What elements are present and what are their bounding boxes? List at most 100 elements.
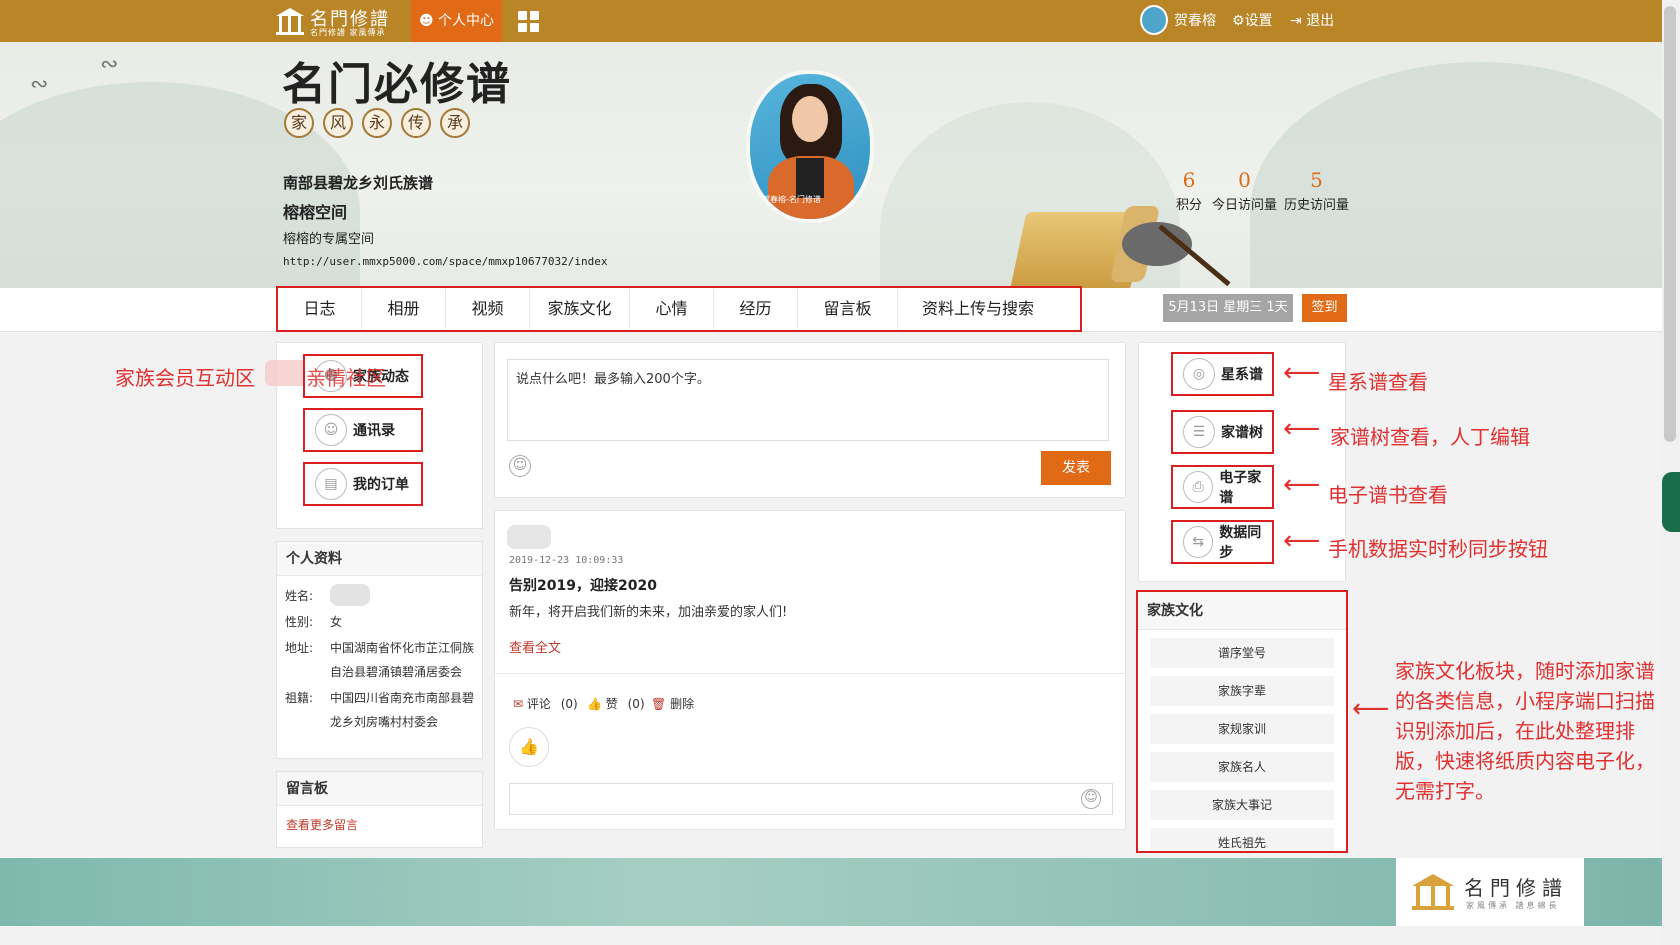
ebook-button[interactable]: ⎙ 电子家谱: [1171, 465, 1274, 509]
user-icon: ☻: [418, 13, 434, 29]
tab-personal-center[interactable]: ☻ 个人中心: [411, 0, 502, 42]
banner-title: 名门必修谱: [282, 59, 512, 110]
motto-char: 永: [362, 108, 392, 138]
annotation-left-area: 家族会员互动区: [115, 366, 255, 390]
space-name: 榕榕空间: [283, 203, 348, 222]
culture-item-ancestors[interactable]: 姓氏祖先: [1150, 828, 1334, 851]
user-menu[interactable]: 贺春榕: [1140, 5, 1216, 37]
post-input[interactable]: 说点什么吧！最多输入200个字。: [507, 359, 1109, 441]
more-messages-link[interactable]: 查看更多留言: [277, 806, 482, 843]
tree-icon: ☰: [1183, 416, 1215, 448]
family-culture-panel: 家族文化 谱序堂号 家族字辈 家规家训 家族名人 家族大事记 姓氏祖先: [1136, 590, 1348, 853]
stat-label: 今日访问量: [1212, 198, 1278, 213]
contacts-label: 通讯录: [353, 423, 395, 439]
gear-icon: ⚙: [1232, 13, 1245, 29]
address-key: 地址:: [285, 641, 314, 655]
arrow-left-icon: ⟵: [1283, 470, 1321, 500]
logout-link[interactable]: ⇥ 退出: [1290, 5, 1334, 37]
footer-logo: 名門修譜 家風傳承 譜息綿長: [1396, 858, 1584, 926]
pavilion-icon: [276, 8, 304, 35]
contacts-icon: ☺: [315, 414, 347, 446]
apps-grid-icon[interactable]: [518, 11, 540, 33]
comment-count: (0): [560, 697, 578, 711]
footer-logo-subtitle: 家風傳承 譜息綿長: [1466, 901, 1560, 910]
stat-value: 6: [1182, 168, 1196, 192]
annotation-left-overlay: 亲情社区: [306, 366, 386, 390]
read-more-link[interactable]: 查看全文: [509, 637, 561, 656]
family-tree-button[interactable]: ☰ 家谱树: [1171, 410, 1274, 454]
arrow-left-icon: ⟵: [1283, 526, 1321, 556]
delete-action[interactable]: 🗑 删除: [651, 695, 694, 712]
family-tree-label: 家谱树: [1221, 425, 1263, 441]
nav-item-guestbook[interactable]: 留言板: [798, 289, 898, 329]
settings-label: 设置: [1244, 13, 1273, 29]
target-icon: ◎: [1183, 358, 1215, 390]
guestbook-panel: 留言板 查看更多留言: [276, 771, 483, 848]
tab-personal-center-label: 个人中心: [438, 13, 495, 29]
culture-item-hall[interactable]: 谱序堂号: [1150, 638, 1334, 668]
banner: ∾ ∾ 名门必修谱 家风永传承 南部县碧龙乡刘氏族谱 榕榕空间 榕榕的专属空间 …: [0, 42, 1662, 288]
emoji-icon[interactable]: ☺: [509, 455, 531, 477]
side-widget-tab[interactable]: [1662, 472, 1680, 532]
date-display: 5月13日 星期三 1天: [1163, 294, 1293, 322]
annotation-ebook: 电子谱书查看: [1328, 483, 1448, 507]
space-url[interactable]: http://user.mmxp5000.com/space/mmxp10677…: [283, 255, 608, 268]
comment-emoji-icon[interactable]: ☺: [1081, 789, 1101, 809]
motto-char: 传: [401, 108, 431, 138]
nav-item-mood[interactable]: 心情: [630, 289, 714, 329]
nav-item-family-culture[interactable]: 家族文化: [530, 289, 630, 329]
thumbs-up-icon: 👍: [587, 697, 602, 711]
bird-icon: ∾: [100, 52, 119, 77]
sync-icon: ⇆: [1183, 526, 1214, 558]
like-count: (0): [627, 697, 645, 711]
user-avatar: [1140, 5, 1168, 35]
profile-panel: 个人资料 姓名: 性别: 女 地址: 中国湖南省怀化市芷江侗族自治县碧涌镇碧涌居…: [276, 541, 483, 759]
delete-label: 删除: [670, 697, 695, 711]
annotation-star: 星系谱查看: [1328, 370, 1428, 394]
like-label: 赞: [605, 697, 618, 711]
nav-item-experience[interactable]: 经历: [714, 289, 798, 329]
contacts-button[interactable]: ☺ 通讯录: [303, 408, 423, 452]
site-logo[interactable]: 名門修譜 名門修譜 家風傳承: [274, 4, 394, 38]
name-key: 姓名:: [285, 589, 314, 603]
arrow-left-icon: ⟵: [1352, 694, 1390, 724]
avatar-caption: 贺春榕-名门修谱: [762, 195, 821, 204]
top-bar: 名門修譜 名門修譜 家風傳承 ☻ 个人中心 贺春榕 ⚙设置 ⇥ 退出: [0, 0, 1662, 42]
like-big-button[interactable]: 👍: [509, 727, 549, 767]
stat-points: 6 积分: [1176, 168, 1202, 213]
data-sync-button[interactable]: ⇆ 数据同步: [1171, 520, 1274, 564]
publish-button[interactable]: 发表: [1041, 451, 1111, 485]
motto-char: 承: [440, 108, 470, 138]
feed-time: 2019-12-23 10:09:33: [509, 555, 624, 566]
feed-divider: [495, 673, 1125, 674]
sign-in-button[interactable]: 签到: [1302, 294, 1347, 322]
family-culture-title: 家族文化: [1138, 592, 1346, 630]
nav-item-album[interactable]: 相册: [362, 289, 446, 329]
comment-action[interactable]: ✉ 评论 (0): [513, 695, 578, 712]
data-sync-label: 数据同步: [1219, 525, 1262, 561]
star-chart-label: 星系谱: [1221, 367, 1263, 383]
post-box: 说点什么吧！最多输入200个字。 ☺ 发表: [494, 342, 1126, 498]
my-orders-button[interactable]: ▤ 我的订单: [303, 462, 423, 506]
profile-title: 个人资料: [277, 542, 482, 576]
my-orders-label: 我的订单: [353, 477, 409, 493]
ebook-label: 电子家谱: [1219, 470, 1262, 506]
logout-label: 退出: [1306, 13, 1335, 29]
guestbook-title: 留言板: [277, 772, 482, 806]
user-name: 贺春榕: [1174, 13, 1216, 29]
comment-input[interactable]: [509, 783, 1113, 815]
scrollbar-thumb[interactable]: [1664, 6, 1676, 442]
nav-item-video[interactable]: 视频: [446, 289, 530, 329]
nav-item-journal[interactable]: 日志: [278, 289, 362, 329]
nav-item-upload-search[interactable]: 资料上传与搜索: [898, 289, 1058, 329]
culture-item-rules[interactable]: 家规家训: [1150, 714, 1334, 744]
culture-item-famous[interactable]: 家族名人: [1150, 752, 1334, 782]
culture-item-generation[interactable]: 家族字辈: [1150, 676, 1334, 706]
settings-link[interactable]: ⚙设置: [1232, 5, 1273, 37]
star-chart-button[interactable]: ◎ 星系谱: [1171, 352, 1274, 396]
like-action[interactable]: 👍 赞 (0): [587, 695, 645, 712]
logo-subtitle: 名門修譜 家風傳承: [310, 28, 386, 37]
culture-item-events[interactable]: 家族大事记: [1150, 790, 1334, 820]
profile-avatar[interactable]: 贺春榕-名门修谱: [750, 74, 870, 219]
feed-title[interactable]: 告别2019，迎接2020: [509, 575, 657, 595]
